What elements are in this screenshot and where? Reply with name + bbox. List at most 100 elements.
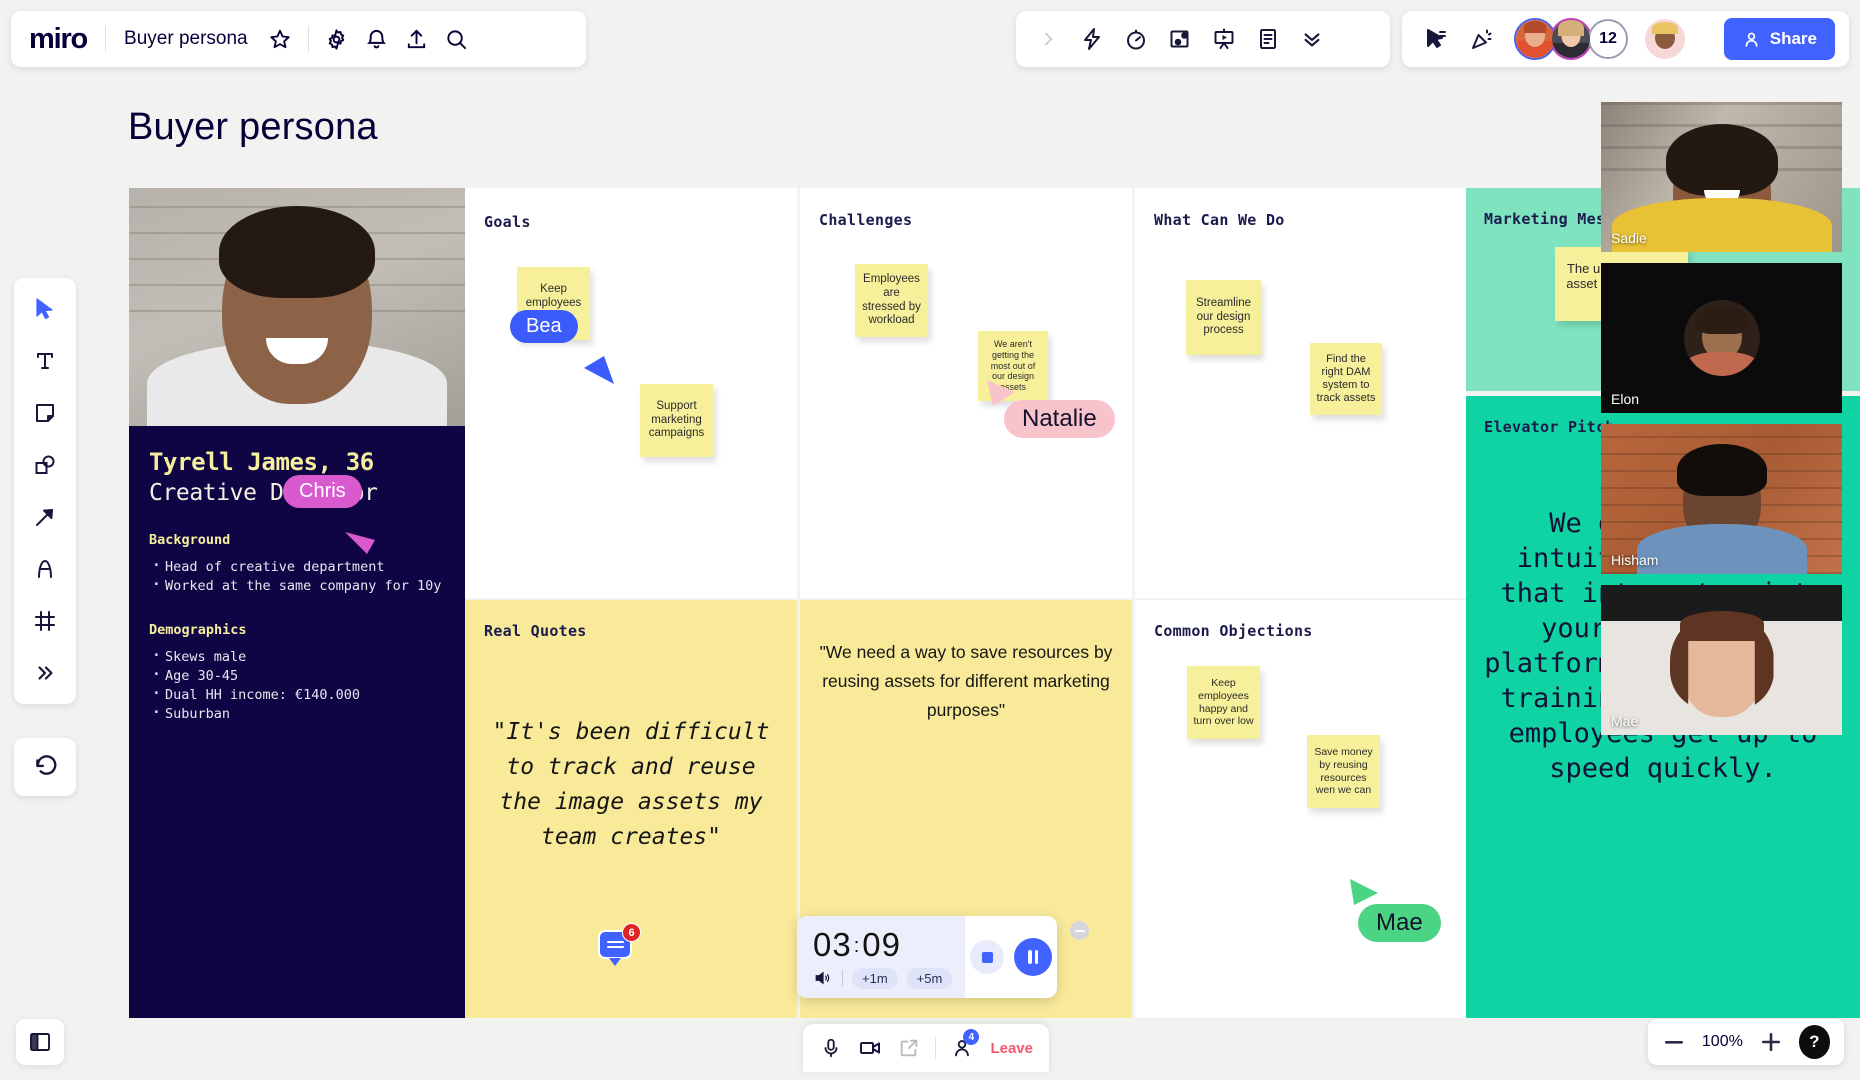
video-name-label: Sadie [1611,230,1647,246]
participants-icon[interactable]: 4 [950,1029,980,1063]
timer-time: 03 : 09 [813,926,965,964]
upload-icon[interactable] [397,19,437,59]
board-name-label[interactable]: Buyer persona [124,28,248,50]
zoom-in-button[interactable] [1759,1029,1783,1055]
select-tool[interactable] [23,287,67,331]
pen-tool[interactable] [23,547,67,591]
share-screen-icon[interactable] [896,1033,921,1063]
pause-icon [1028,950,1038,964]
help-button[interactable]: ? [1798,1025,1830,1059]
frame-challenges[interactable]: Challenges Employees are stressed by wor… [800,188,1132,598]
undo-icon [36,755,57,775]
panel-toggle-button[interactable] [16,1019,64,1065]
camera-icon[interactable] [858,1033,883,1063]
page-title: Buyer persona [128,106,378,148]
video-tile-elon[interactable]: Elon [1601,263,1842,413]
collaborator-avatar[interactable] [1514,18,1556,60]
more-tools[interactable] [23,651,67,695]
persona-photo [129,188,465,426]
current-user-avatar[interactable] [1644,18,1686,60]
microphone-icon[interactable] [819,1033,844,1063]
celebrate-icon[interactable] [1462,19,1502,59]
list-item: Worked at the same company for 10y [149,575,445,596]
share-label: Share [1769,29,1817,48]
divider [934,1037,936,1059]
cursor-label: Chris [283,475,362,508]
video-tile-hisham[interactable]: Hisham [1601,424,1842,574]
timer-stop-button[interactable] [970,940,1004,974]
cursor-follow-icon[interactable] [1416,19,1456,59]
chevron-right-icon[interactable] [1028,19,1068,59]
sticky-note[interactable]: Save money by reusing resources wen we c… [1307,735,1380,808]
timer-separator: : [853,934,861,957]
sticky-note[interactable]: Streamline our design process [1186,280,1261,355]
arrow-tool[interactable] [23,495,67,539]
timer-pause-button[interactable] [1014,938,1052,976]
presentation-icon[interactable] [1204,19,1244,59]
search-icon[interactable] [437,19,477,59]
video-tile-sadie[interactable]: Sadie [1601,102,1842,252]
frame-icon[interactable] [1160,19,1200,59]
participants-count: 4 [963,1029,980,1045]
sticky-note[interactable]: Employees are stressed by workload [855,264,928,337]
sticky-note[interactable]: Support marketing campaigns [640,384,713,457]
timer-minutes: 03 [813,925,852,963]
lightning-icon[interactable] [1072,19,1112,59]
frame-label: Challenges [819,211,913,229]
collaborator-count[interactable]: 12 [1588,19,1628,59]
toolbar-left: miro Buyer persona [11,11,586,67]
frame-label: What Can We Do [1154,211,1285,229]
background-heading: Background [149,532,231,548]
cursor-label: Bea [510,310,578,343]
frame-what-can-we-do[interactable]: What Can We Do Streamline our design pro… [1135,188,1467,598]
zoom-level[interactable]: 100% [1702,1033,1743,1051]
timer-widget[interactable]: 03 : 09 +1m +5m [797,916,1057,998]
undo-button[interactable] [14,738,76,796]
comment-pin[interactable]: 6 [598,923,641,966]
list-item: Head of creative department [149,556,445,577]
list-item: Suburban [149,703,445,724]
leave-button[interactable]: Leave [990,1040,1033,1057]
volume-icon[interactable] [813,969,833,987]
timer-collapse-button[interactable] [1070,921,1089,940]
notes-icon[interactable] [1248,19,1288,59]
list-item: Skews male [149,646,445,667]
timer-add-5m-button[interactable]: +5m [906,967,953,989]
sticky-note[interactable]: Find the right DAM system to track asset… [1310,343,1382,415]
divider [105,26,107,52]
gear-icon[interactable] [317,19,357,59]
demographics-list: Skews male Age 30-45 Dual HH income: €14… [149,646,445,724]
bell-icon[interactable] [357,19,397,59]
frame-tool[interactable] [23,599,67,643]
avatar [1552,20,1590,58]
frame-label: Goals [484,213,531,231]
list-item: Dual HH income: €140.000 [149,684,445,705]
text-tool[interactable] [23,339,67,383]
chevron-double-down-icon[interactable] [1292,19,1332,59]
miro-logo[interactable]: miro [29,23,88,56]
video-tile-mae[interactable]: Mae [1601,585,1842,735]
zoom-out-button[interactable] [1662,1029,1686,1055]
shapes-tool[interactable] [23,443,67,487]
persona-card[interactable]: Tyrell James, 36 Creative Director Backg… [129,188,465,1018]
timer-add-1m-button[interactable]: +1m [852,967,898,989]
timer-controls [965,916,1057,998]
cursor-label: Natalie [1004,400,1115,438]
sticky-note-tool[interactable] [23,391,67,435]
quote-text: "We need a way to save resources by reus… [819,642,1113,720]
video-name-label: Elon [1611,391,1640,407]
call-bar: 4 Leave [803,1024,1049,1072]
divider [842,970,843,986]
toolbar-right: 12 Share [1402,11,1849,67]
left-toolbar [14,278,76,704]
cursor-arrow-icon [584,356,614,384]
sticky-note[interactable]: Keep employees happy and turn over low [1187,666,1260,739]
share-button[interactable]: Share [1723,18,1835,60]
frame-common-objections[interactable]: Common Objections Keep employees happy a… [1135,600,1467,1018]
frame-goals[interactable]: Goals Keep employees happy Support marke… [465,188,797,598]
collaborator-avatar[interactable] [1550,18,1592,60]
star-icon[interactable] [260,19,300,59]
timer-icon[interactable] [1116,19,1156,59]
timer-seconds: 09 [862,925,901,963]
persona-name: Tyrell James, 36 [149,448,374,476]
